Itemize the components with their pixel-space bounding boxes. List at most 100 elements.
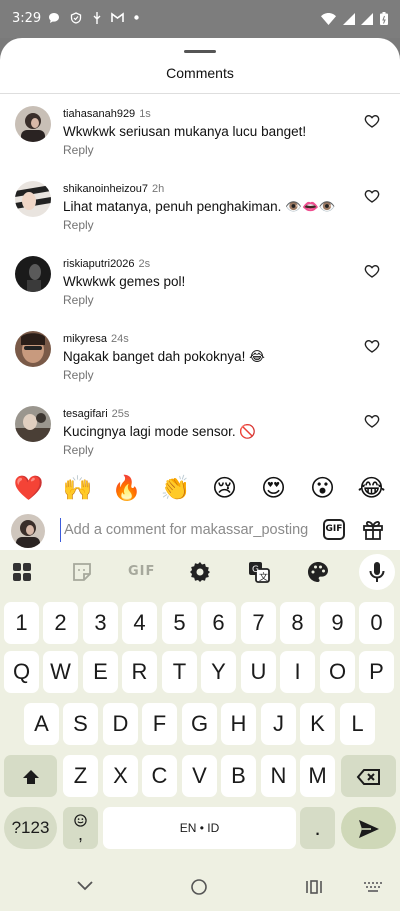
reaction-cry[interactable]: 😢	[205, 474, 245, 503]
shift-key[interactable]	[4, 755, 57, 797]
key-c[interactable]: C	[142, 755, 177, 797]
key-7[interactable]: 7	[241, 602, 276, 644]
reaction-surprised[interactable]: 😮	[303, 474, 343, 503]
comment-input[interactable]	[60, 518, 310, 542]
key-j[interactable]: J	[261, 703, 296, 745]
key-x[interactable]: X	[103, 755, 138, 797]
comment-text: Ngakak banget dah pokoknya! 😂	[63, 349, 265, 364]
key-f[interactable]: F	[142, 703, 177, 745]
send-arrow-icon	[358, 820, 379, 839]
key-s[interactable]: S	[63, 703, 98, 745]
comment-item: tiahasanah929 1s Wkwkwk seriusan mukanya …	[0, 106, 400, 181]
keyboard-gif-button[interactable]: GIF	[128, 564, 155, 579]
status-bar: 3:29	[0, 0, 400, 38]
key-d[interactable]: D	[103, 703, 138, 745]
keyboard-switch-icon[interactable]	[364, 882, 382, 892]
key-v[interactable]: V	[182, 755, 217, 797]
translate-icon[interactable]: G文	[247, 560, 271, 584]
emoji-comma-key[interactable]: ,	[63, 807, 98, 849]
key-k[interactable]: K	[300, 703, 335, 745]
key-n[interactable]: N	[261, 755, 296, 797]
gif-button[interactable]: GIF	[323, 519, 345, 540]
key-3[interactable]: 3	[83, 602, 118, 644]
comment-username[interactable]: tesagifari	[63, 408, 108, 420]
avatar[interactable]	[15, 406, 51, 442]
drag-handle[interactable]	[184, 50, 216, 53]
back-chevron-icon[interactable]	[75, 877, 95, 895]
heart-icon[interactable]	[364, 413, 380, 429]
divider	[0, 93, 400, 94]
key-y[interactable]: Y	[201, 651, 236, 693]
key-t[interactable]: T	[162, 651, 197, 693]
period-key[interactable]: .	[300, 807, 335, 849]
home-circle-icon[interactable]	[190, 878, 208, 896]
reaction-laugh[interactable]: 😂	[352, 474, 392, 503]
apps-grid-icon[interactable]	[10, 560, 34, 584]
heart-icon[interactable]	[364, 113, 380, 129]
symbols-key[interactable]: ?123	[4, 807, 57, 849]
reply-button[interactable]: Reply	[63, 142, 306, 158]
reaction-clap[interactable]: 👏	[156, 474, 196, 503]
reply-button[interactable]: Reply	[63, 292, 185, 308]
avatar[interactable]	[15, 106, 51, 142]
key-2[interactable]: 2	[43, 602, 78, 644]
comment-username[interactable]: mikyresa	[63, 333, 107, 345]
gift-icon[interactable]	[361, 517, 385, 541]
key-4[interactable]: 4	[122, 602, 157, 644]
reply-button[interactable]: Reply	[63, 367, 265, 383]
key-o[interactable]: O	[320, 651, 355, 693]
voice-input-button[interactable]	[359, 554, 395, 590]
key-a[interactable]: A	[24, 703, 59, 745]
key-w[interactable]: W	[43, 651, 78, 693]
key-u[interactable]: U	[241, 651, 276, 693]
key-1[interactable]: 1	[4, 602, 39, 644]
avatar[interactable]	[15, 181, 51, 217]
comment-username[interactable]: tiahasanah929	[63, 108, 135, 120]
space-key[interactable]: EN • ID	[103, 807, 296, 849]
send-key[interactable]	[341, 807, 396, 849]
comment-username[interactable]: riskiaputri2026	[63, 258, 135, 270]
comment-time: 25s	[111, 408, 130, 420]
signal-icon	[342, 12, 355, 25]
key-9[interactable]: 9	[320, 602, 355, 644]
reply-button[interactable]: Reply	[63, 442, 256, 458]
heart-icon[interactable]	[364, 263, 380, 279]
sticker-icon[interactable]	[70, 560, 94, 584]
reply-button[interactable]: Reply	[63, 217, 336, 233]
avatar[interactable]	[15, 256, 51, 292]
key-p[interactable]: P	[359, 651, 394, 693]
key-l[interactable]: L	[340, 703, 375, 745]
key-i[interactable]: I	[280, 651, 315, 693]
chat-bubble-icon	[49, 12, 59, 23]
notification-icons	[48, 10, 140, 24]
comment-text: Lihat matanya, penuh penghakiman. 👁️👄👁️	[63, 199, 336, 214]
key-g[interactable]: G	[182, 703, 217, 745]
key-0[interactable]: 0	[359, 602, 394, 644]
signal-icon	[361, 12, 374, 25]
key-q[interactable]: Q	[4, 651, 39, 693]
avatar[interactable]	[15, 331, 51, 367]
reaction-heart-eyes[interactable]: 😍	[254, 474, 294, 503]
reaction-fire[interactable]: 🔥	[107, 474, 147, 503]
key-e[interactable]: E	[83, 651, 118, 693]
key-m[interactable]: M	[300, 755, 335, 797]
svg-text:文: 文	[259, 571, 268, 583]
settings-gear-icon[interactable]	[188, 560, 212, 584]
key-h[interactable]: H	[221, 703, 256, 745]
recents-icon[interactable]	[305, 879, 323, 895]
heart-icon[interactable]	[364, 188, 380, 204]
key-6[interactable]: 6	[201, 602, 236, 644]
key-5[interactable]: 5	[162, 602, 197, 644]
key-b[interactable]: B	[221, 755, 256, 797]
key-8[interactable]: 8	[280, 602, 315, 644]
backspace-icon	[356, 769, 380, 786]
comment-username[interactable]: shikanoinheizou7	[63, 183, 148, 195]
palette-icon[interactable]	[306, 560, 330, 584]
key-r[interactable]: R	[122, 651, 157, 693]
backspace-key[interactable]	[341, 755, 396, 797]
heart-icon[interactable]	[364, 338, 380, 354]
quick-reactions: ❤️ 🙌 🔥 👏 😢 😍 😮 😂	[0, 468, 400, 508]
reaction-heart[interactable]: ❤️	[9, 474, 49, 503]
reaction-raising-hands[interactable]: 🙌	[58, 474, 98, 503]
key-z[interactable]: Z	[63, 755, 98, 797]
